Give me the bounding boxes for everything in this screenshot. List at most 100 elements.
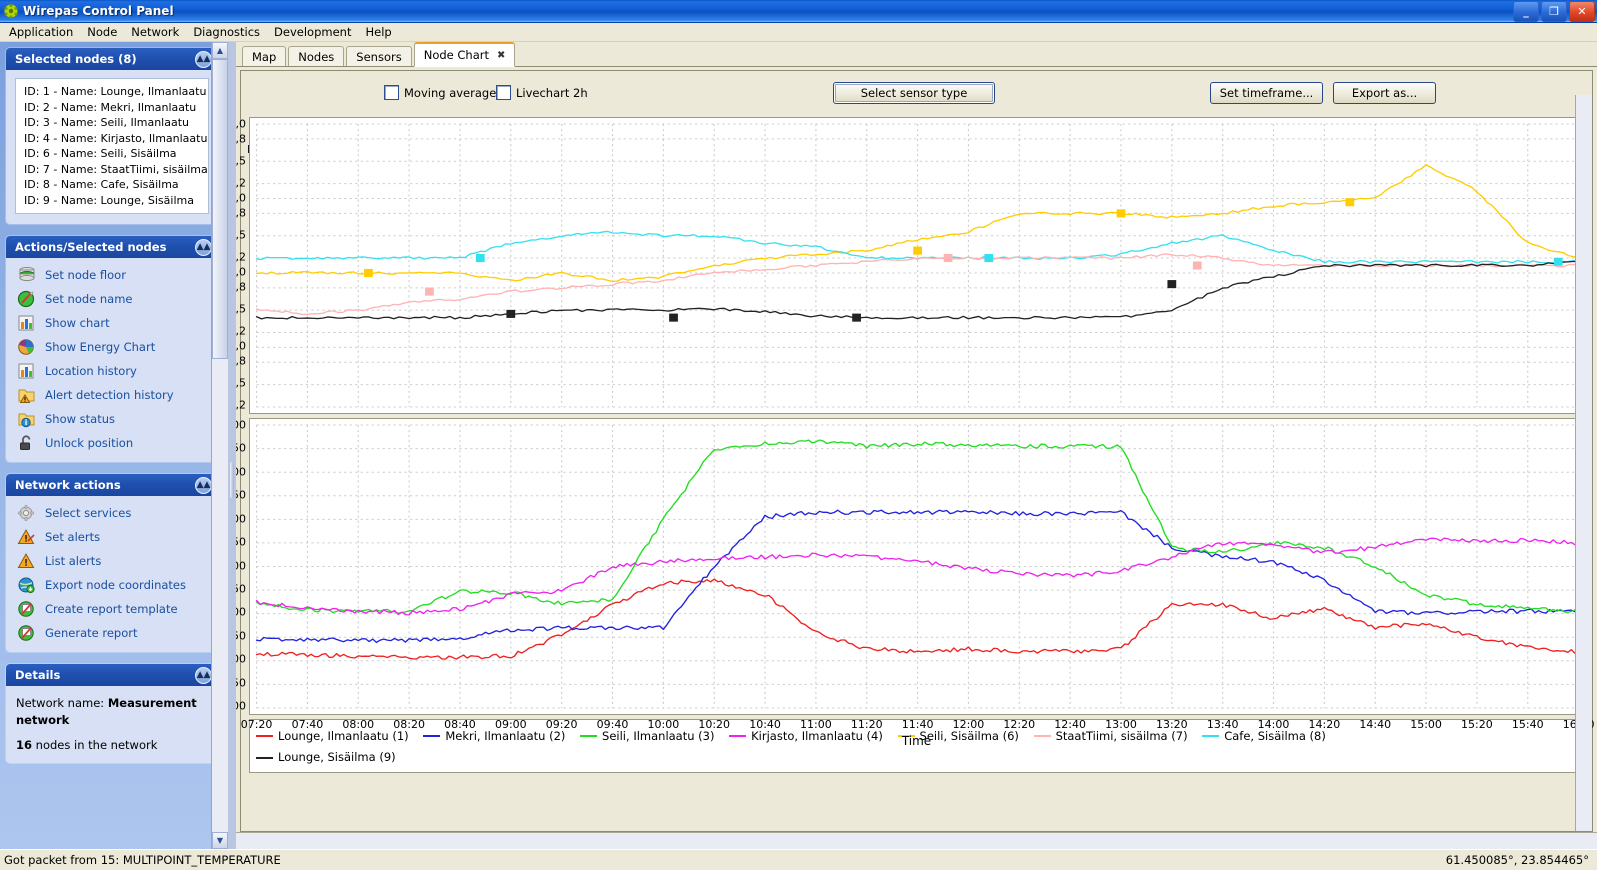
x-axis-tick: 07:20: [241, 718, 273, 731]
window-controls: _ ❐ ✕: [1513, 1, 1595, 22]
warning-icon: [17, 552, 37, 570]
y-axis-tick: 300: [236, 700, 246, 713]
tab-sensors[interactable]: Sensors: [346, 46, 411, 66]
action-set-node-name[interactable]: Set node name: [17, 290, 209, 308]
list-item[interactable]: ID: 8 - Name: Cafe, Sisäilma: [24, 177, 200, 193]
minimize-button[interactable]: _: [1513, 1, 1539, 22]
menu-item-node[interactable]: Node: [80, 24, 124, 40]
list-item[interactable]: ID: 3 - Name: Seili, Ilmanlaatu: [24, 115, 200, 131]
scroll-down-arrow-icon[interactable]: ▼: [212, 832, 228, 849]
select-sensor-type-button[interactable]: Select sensor type: [833, 82, 995, 104]
menu-item-application[interactable]: Application: [2, 24, 80, 40]
action-label: Create report template: [45, 602, 178, 616]
y-axis-tick: 900: [236, 419, 246, 432]
y-axis-tick: 23,5: [236, 154, 246, 167]
maximize-button[interactable]: ❐: [1541, 1, 1567, 22]
x-axis-tick: 07:40: [292, 718, 324, 731]
collapse-chevron-icon[interactable]: ▲▲: [195, 477, 212, 494]
y-axis-tick: 23,0: [236, 191, 246, 204]
panel-header-actions[interactable]: Actions/Selected nodes ▲▲: [6, 236, 218, 258]
action-generate-report[interactable]: Generate report: [17, 624, 209, 642]
list-item[interactable]: ID: 7 - Name: StaatTiimi, sisäilma: [24, 162, 200, 178]
menu-item-development[interactable]: Development: [267, 24, 358, 40]
action-label: Alert detection history: [45, 388, 174, 402]
unlock-icon: [17, 434, 37, 452]
temperature-chart[interactable]: Multipoint temperature °C 24,023,823,523…: [249, 117, 1584, 414]
checkbox-box[interactable]: [384, 85, 399, 100]
selected-nodes-list: ID: 1 - Name: Lounge, Ilmanlaatu ID: 2 -…: [15, 78, 209, 214]
menu-item-help[interactable]: Help: [358, 24, 398, 40]
window-title-bar: Wirepas Control Panel _ ❐ ✕: [0, 0, 1597, 23]
detail-node-count-label: nodes in the network: [36, 738, 158, 752]
list-item[interactable]: ID: 4 - Name: Kirjasto, Ilmanlaatu: [24, 131, 200, 147]
action-set-alerts[interactable]: Set alerts: [17, 528, 209, 546]
panel-header-details[interactable]: Details ▲▲: [6, 664, 218, 686]
set-timeframe-button[interactable]: Set timeframe...: [1210, 82, 1323, 104]
action-label: Show chart: [45, 316, 110, 330]
action-show-energy-chart[interactable]: Show Energy Chart: [17, 338, 209, 356]
x-axis-tick: 15:20: [1461, 718, 1493, 731]
content-horizontal-scrollbar[interactable]: [236, 832, 1597, 849]
panel-title-details: Details: [15, 668, 195, 682]
action-set-node-floor[interactable]: Set node floor: [17, 266, 209, 284]
y-axis-tick: 21,2: [236, 325, 246, 338]
status-message: Got packet from 15: MULTIPOINT_TEMPERATU…: [0, 853, 281, 867]
export-as-button[interactable]: Export as...: [1333, 82, 1436, 104]
x-axis-tick: 14:40: [1359, 718, 1391, 731]
panel-header-selected-nodes[interactable]: Selected nodes (8) ▲▲: [6, 48, 218, 70]
action-location-history[interactable]: Location history: [17, 362, 209, 380]
livechart-checkbox[interactable]: Livechart 2h: [496, 85, 588, 100]
collapse-chevron-icon[interactable]: ▲▲: [195, 51, 212, 68]
legend-item[interactable]: Lounge, Ilmanlaatu (1): [256, 727, 409, 746]
x-axis-tick: 09:20: [546, 718, 578, 731]
action-label: Select services: [45, 506, 131, 520]
close-icon[interactable]: ✖: [497, 50, 505, 61]
legend-item[interactable]: Lounge, Sisäilma (9): [256, 748, 396, 767]
list-item[interactable]: ID: 1 - Name: Lounge, Ilmanlaatu: [24, 84, 200, 100]
panel-actions-selected-nodes: Actions/Selected nodes ▲▲ Set node: [6, 236, 218, 462]
legend-color-swatch: [256, 757, 273, 759]
action-show-status[interactable]: Show status: [17, 410, 209, 428]
checkbox-box[interactable]: [496, 85, 511, 100]
action-select-services[interactable]: Select services: [17, 504, 209, 522]
action-alert-detection-history[interactable]: Alert detection history: [17, 386, 209, 404]
list-item[interactable]: ID: 2 - Name: Mekri, Ilmanlaatu: [24, 100, 200, 116]
content-vertical-scrollbar[interactable]: [1575, 95, 1592, 831]
tab-map[interactable]: Map: [242, 46, 286, 66]
action-show-chart[interactable]: Show chart: [17, 314, 209, 332]
y-axis-tick: 22,5: [236, 228, 246, 241]
scrollbar-thumb[interactable]: [212, 59, 228, 359]
sidebar-splitter[interactable]: [228, 42, 236, 849]
x-axis-tick: 09:00: [495, 718, 527, 731]
x-axis-tick: 14:00: [1258, 718, 1290, 731]
close-button[interactable]: ✕: [1569, 1, 1595, 22]
moving-average-checkbox[interactable]: Moving average: [384, 85, 496, 100]
panel-header-network-actions[interactable]: Network actions ▲▲: [6, 474, 218, 496]
rename-circle-icon: [17, 290, 37, 308]
collapse-chevron-icon[interactable]: ▲▲: [195, 239, 212, 256]
action-unlock-position[interactable]: Unlock position: [17, 434, 209, 452]
action-export-node-coordinates[interactable]: Export node coordinates: [17, 576, 209, 594]
x-axis-tick: 08:00: [342, 718, 374, 731]
collapse-chevron-icon[interactable]: ▲▲: [195, 667, 212, 684]
action-list-alerts[interactable]: List alerts: [17, 552, 209, 570]
list-item[interactable]: ID: 6 - Name: Seili, Sisäilma: [24, 146, 200, 162]
menu-item-network[interactable]: Network: [124, 24, 186, 40]
data-point-marker: [1167, 280, 1176, 288]
y-axis-tick: 20,5: [236, 376, 246, 389]
list-item[interactable]: ID: 9 - Name: Lounge, Sisäilma: [24, 193, 200, 209]
legend-color-swatch: [729, 735, 746, 737]
x-axis-tick: 14:20: [1309, 718, 1341, 731]
menu-item-diagnostics[interactable]: Diagnostics: [186, 24, 267, 40]
sidebar-scrollbar[interactable]: ▲ ▼: [211, 42, 228, 849]
scroll-up-arrow-icon[interactable]: ▲: [212, 42, 228, 59]
y-axis-tick: 800: [236, 465, 246, 478]
x-axis-tick: 15:00: [1410, 718, 1442, 731]
action-create-report-template[interactable]: Create report template: [17, 600, 209, 618]
x-axis-tick: 12:00: [953, 718, 985, 731]
tab-node-chart[interactable]: Node Chart ✖: [414, 42, 516, 67]
co2-chart[interactable]: Carbon dioxide ppm (CO2) Time 9008508007…: [249, 418, 1584, 715]
tab-nodes[interactable]: Nodes: [288, 46, 344, 66]
co2-plot-area: [250, 419, 1583, 714]
splitter-grip[interactable]: [230, 462, 234, 498]
